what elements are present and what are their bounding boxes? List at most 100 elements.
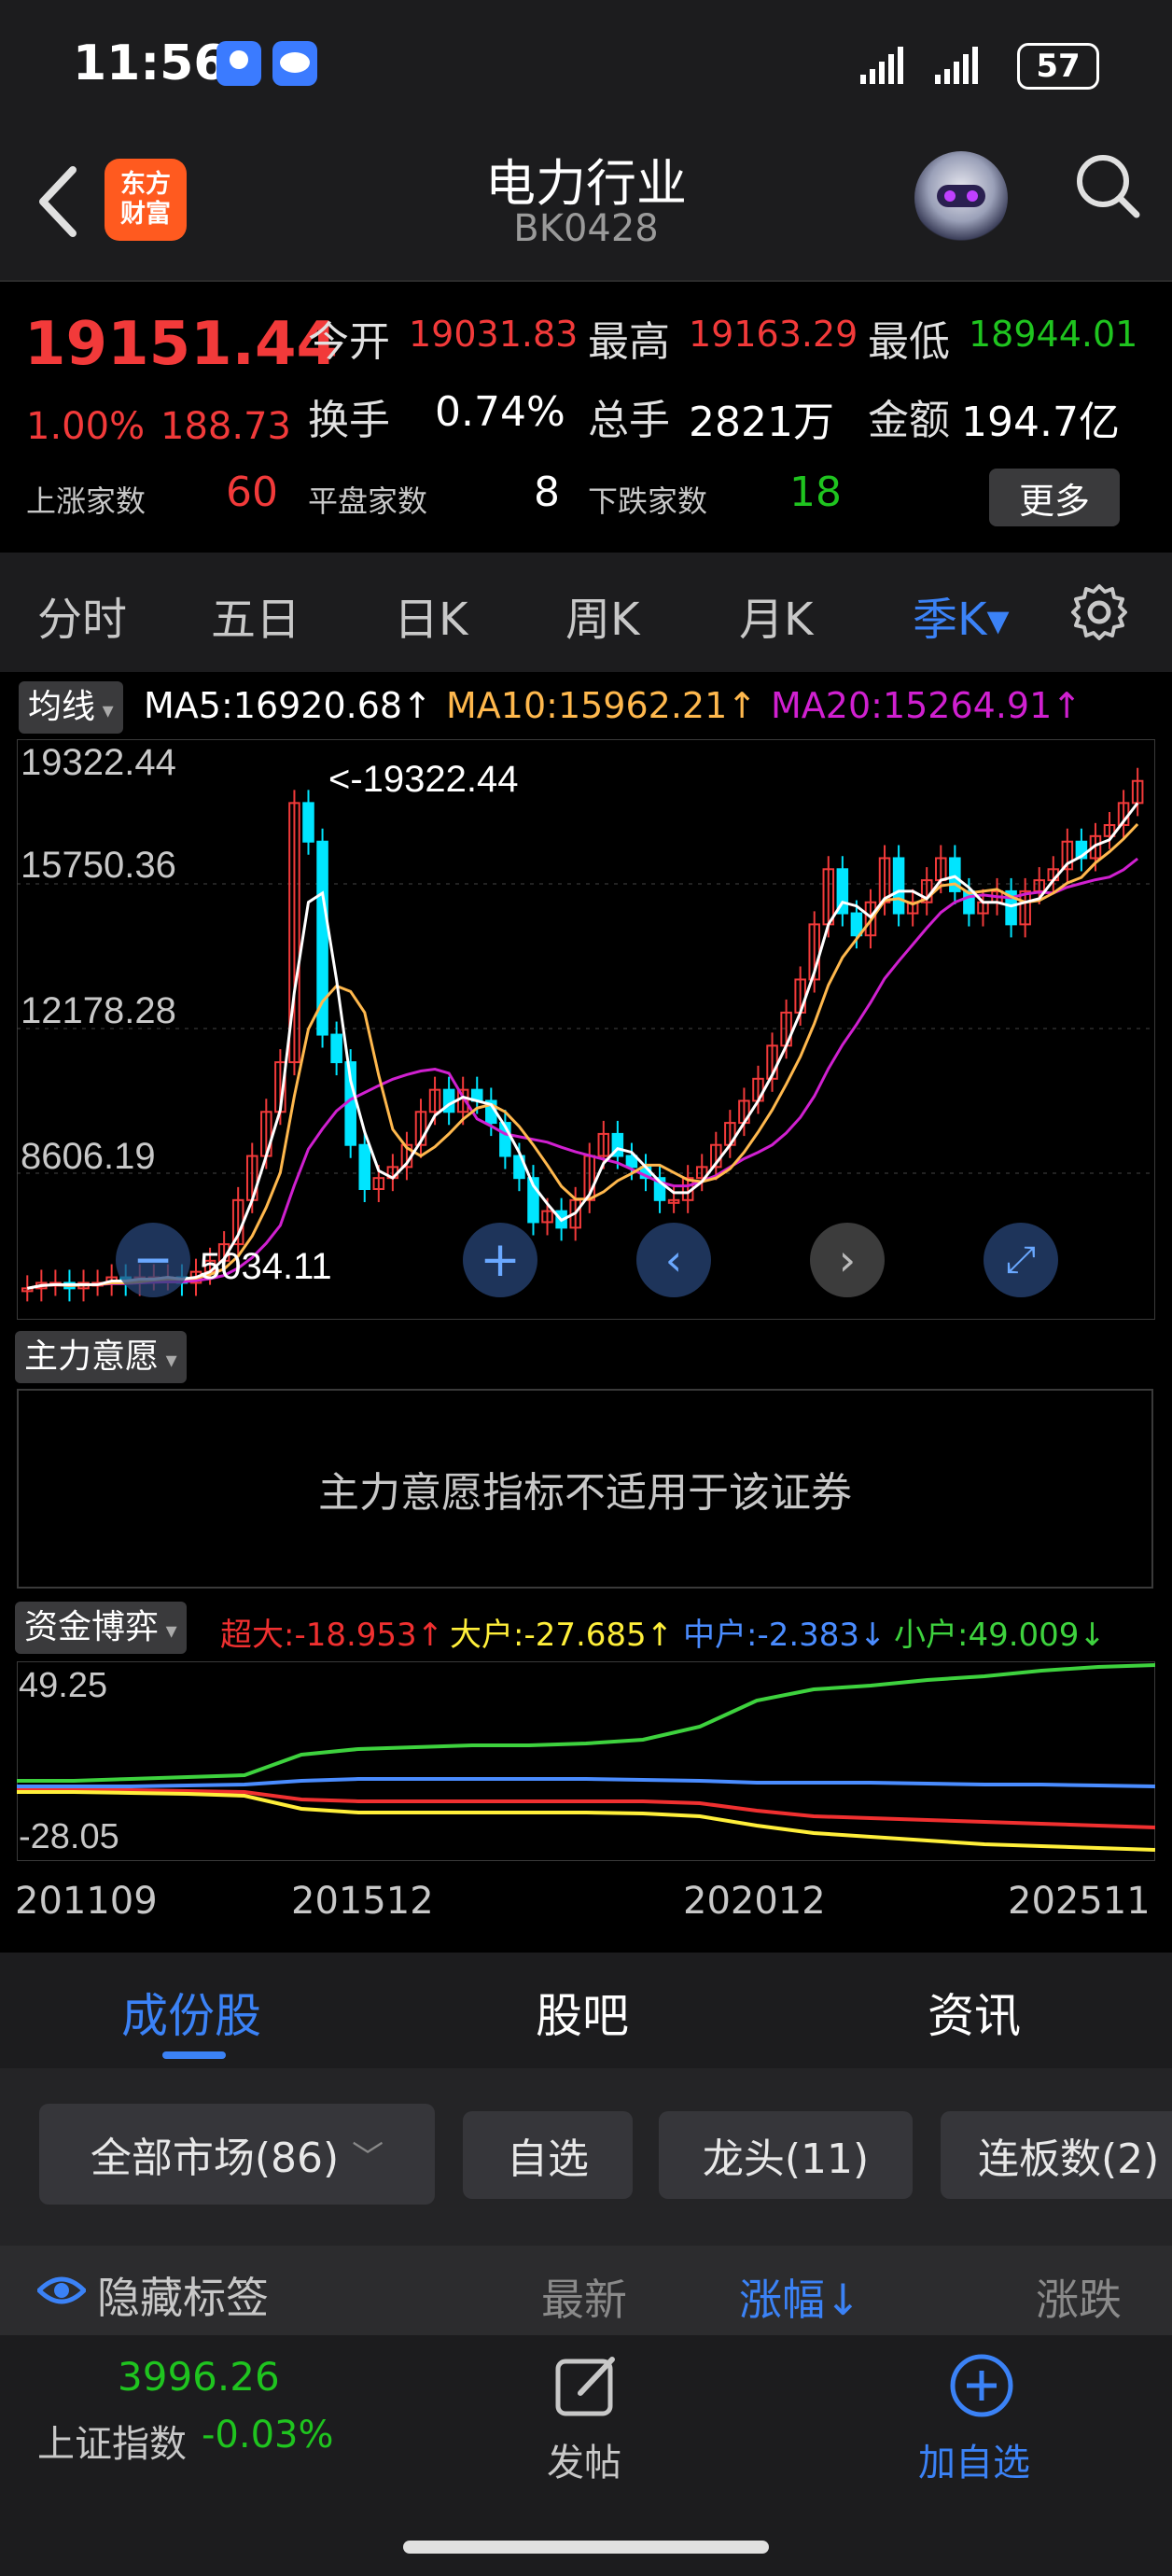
fund-flow-chart[interactable]: 49.25 -28.05: [17, 1661, 1155, 1861]
main-force-indicator-selector[interactable]: 主力意愿 ▾: [15, 1331, 187, 1383]
tab-intraday[interactable]: 分时: [37, 582, 127, 648]
chevron-left-icon: ‹: [664, 1235, 683, 1285]
open-value: 19031.83: [409, 314, 579, 355]
x-axis-label: 201512: [291, 1880, 434, 1923]
settings-gear-icon[interactable]: [1069, 582, 1129, 642]
candle-body: [302, 802, 314, 843]
robot-assistant-icon[interactable]: [914, 151, 1008, 245]
price-axis-label: 15750.36: [21, 845, 176, 886]
low-label: 最低: [868, 318, 950, 366]
scroll-left-button[interactable]: ‹: [636, 1223, 711, 1297]
open-label: 今开: [308, 318, 390, 366]
flat-count-label: 平盘家数: [308, 483, 428, 519]
hide-tags-toggle[interactable]: 隐藏标签: [97, 2264, 269, 2326]
last-price: 19151.44: [24, 310, 339, 379]
list-header: 隐藏标签 最新 涨幅↓ 涨跌: [0, 2246, 1172, 2335]
turnover-label: 换手: [308, 397, 390, 444]
post-button[interactable]: 发帖: [541, 2352, 635, 2501]
consecutive-limit-filter-chip[interactable]: 连板数(2): [941, 2111, 1172, 2199]
tab-constituents[interactable]: 成份股: [121, 1979, 261, 2046]
edit-icon: [555, 2357, 615, 2416]
kline-chart-area: 均线 ▾ MA5:16920.68↑ MA10:15962.21↑ MA20:1…: [0, 672, 1172, 1953]
down-count: 18: [789, 469, 842, 516]
app-notification-icon: [216, 41, 261, 86]
index-name: 上证指数: [37, 2423, 187, 2466]
index-change: -0.03%: [202, 2414, 334, 2457]
status-bar: 11:56 57: [0, 0, 1172, 131]
zoom-out-button[interactable]: −: [116, 1223, 190, 1297]
tab-monthly-k[interactable]: 月K: [739, 582, 813, 648]
ma20-value: MA20:15264.91↑: [771, 685, 1082, 726]
main-force-panel: 主力意愿指标不适用于该证券: [17, 1389, 1153, 1589]
column-latest[interactable]: 最新: [541, 2266, 627, 2328]
scroll-right-button[interactable]: ›: [810, 1223, 885, 1297]
minus-icon: −: [133, 1232, 174, 1288]
medium-value: 中户:-2.383↓: [683, 1617, 886, 1654]
amount-label: 金额: [868, 397, 950, 444]
x-axis-label: 202012: [683, 1880, 826, 1923]
tab-forum[interactable]: 股吧: [536, 1979, 629, 2046]
low-value: 18944.01: [969, 314, 1138, 355]
chevron-right-icon: ›: [838, 1235, 857, 1285]
index-value: 3996.26: [118, 2354, 280, 2400]
zoom-in-button[interactable]: +: [463, 1223, 537, 1297]
low-marker-label: 5034.11: [200, 1246, 332, 1287]
column-change-pct[interactable]: 涨幅↓: [739, 2266, 861, 2328]
index-ticker[interactable]: 3996.26 上证指数 -0.03%: [37, 2354, 334, 2503]
candle-body: [892, 857, 905, 915]
x-axis-label: 202511: [1008, 1880, 1151, 1923]
fullscreen-button[interactable]: ⤢: [984, 1223, 1058, 1297]
market-filter-dropdown[interactable]: 全部市场(86) ﹀: [39, 2104, 435, 2205]
more-button[interactable]: 更多: [989, 469, 1120, 526]
super-large-value: 超大:-18.953↑: [220, 1617, 444, 1654]
period-tabs: 分时 五日 日K 周K 月K 季K▾: [0, 553, 1172, 672]
search-icon[interactable]: [1073, 151, 1142, 226]
column-change-amt[interactable]: 涨跌: [1036, 2266, 1122, 2328]
candle-body: [963, 889, 975, 915]
not-applicable-message: 主力意愿指标不适用于该证券: [318, 1469, 852, 1517]
price-axis-label: 8606.19: [21, 1136, 156, 1177]
x-axis-label: 201109: [15, 1880, 158, 1923]
large-value: 大户:-27.685↑: [450, 1617, 674, 1654]
chevron-down-icon: ﹀: [352, 2138, 384, 2177]
change-percent: 1.00%: [26, 405, 146, 448]
add-watchlist-button[interactable]: 加自选: [914, 2352, 1045, 2501]
ma10-value: MA10:15962.21↑: [446, 685, 758, 726]
home-indicator: [403, 2541, 769, 2554]
battery-level: 57: [1036, 48, 1081, 85]
ma5-value: MA5:16920.68↑: [144, 685, 432, 726]
leaders-filter-chip[interactable]: 龙头(11): [659, 2111, 913, 2199]
watchlist-filter-chip[interactable]: 自选: [463, 2111, 633, 2199]
flow-axis-max: 49.25: [19, 1666, 107, 1705]
expand-icon: ⤢: [1006, 1239, 1036, 1281]
eye-icon[interactable]: [37, 2274, 86, 2307]
volume-value: 2821万: [689, 399, 834, 446]
candle-body: [850, 912, 863, 937]
small-value: 小户:49.009↓: [894, 1617, 1106, 1654]
up-count-label: 上涨家数: [26, 483, 146, 519]
plus-icon: +: [480, 1232, 521, 1288]
content-tabs: 成份股 股吧 资讯: [0, 1953, 1172, 2068]
fund-flow-indicator-selector[interactable]: 资金博弈 ▾: [15, 1602, 187, 1654]
tab-daily-k[interactable]: 日K: [394, 582, 467, 648]
tab-weekly-k[interactable]: 周K: [565, 582, 639, 648]
filter-bar: 全部市场(86) ﹀ 自选 龙头(11) 连板数(2): [0, 2068, 1172, 2246]
ma-indicator-selector[interactable]: 均线 ▾: [19, 681, 123, 734]
tab-five-day[interactable]: 五日: [211, 582, 300, 648]
candle-body: [358, 1143, 371, 1191]
down-count-label: 下跌家数: [588, 483, 708, 519]
tab-news[interactable]: 资讯: [928, 1979, 1021, 2046]
high-marker-label: <-19322.44: [328, 759, 519, 800]
plus-circle-icon: [950, 2354, 1013, 2417]
high-value: 19163.29: [689, 314, 858, 355]
turnover-value: 0.74%: [435, 388, 565, 436]
bottom-bar: 3996.26 上证指数 -0.03% 发帖 加自选: [0, 2335, 1172, 2576]
candle-body: [330, 1033, 342, 1064]
kline-chart[interactable]: 19322.44 15750.36 12178.28 8606.19 <-193…: [17, 739, 1155, 1320]
message-notification-icon: [272, 41, 317, 86]
flow-axis-min: -28.05: [19, 1817, 119, 1856]
tab-quarterly-k[interactable]: 季K▾: [913, 582, 1010, 648]
change-amount: 188.73: [160, 405, 291, 448]
amount-value: 194.7亿: [961, 399, 1120, 446]
quote-panel: 19151.44 1.00% 188.73 今开 19031.83 最高 191…: [0, 282, 1172, 551]
